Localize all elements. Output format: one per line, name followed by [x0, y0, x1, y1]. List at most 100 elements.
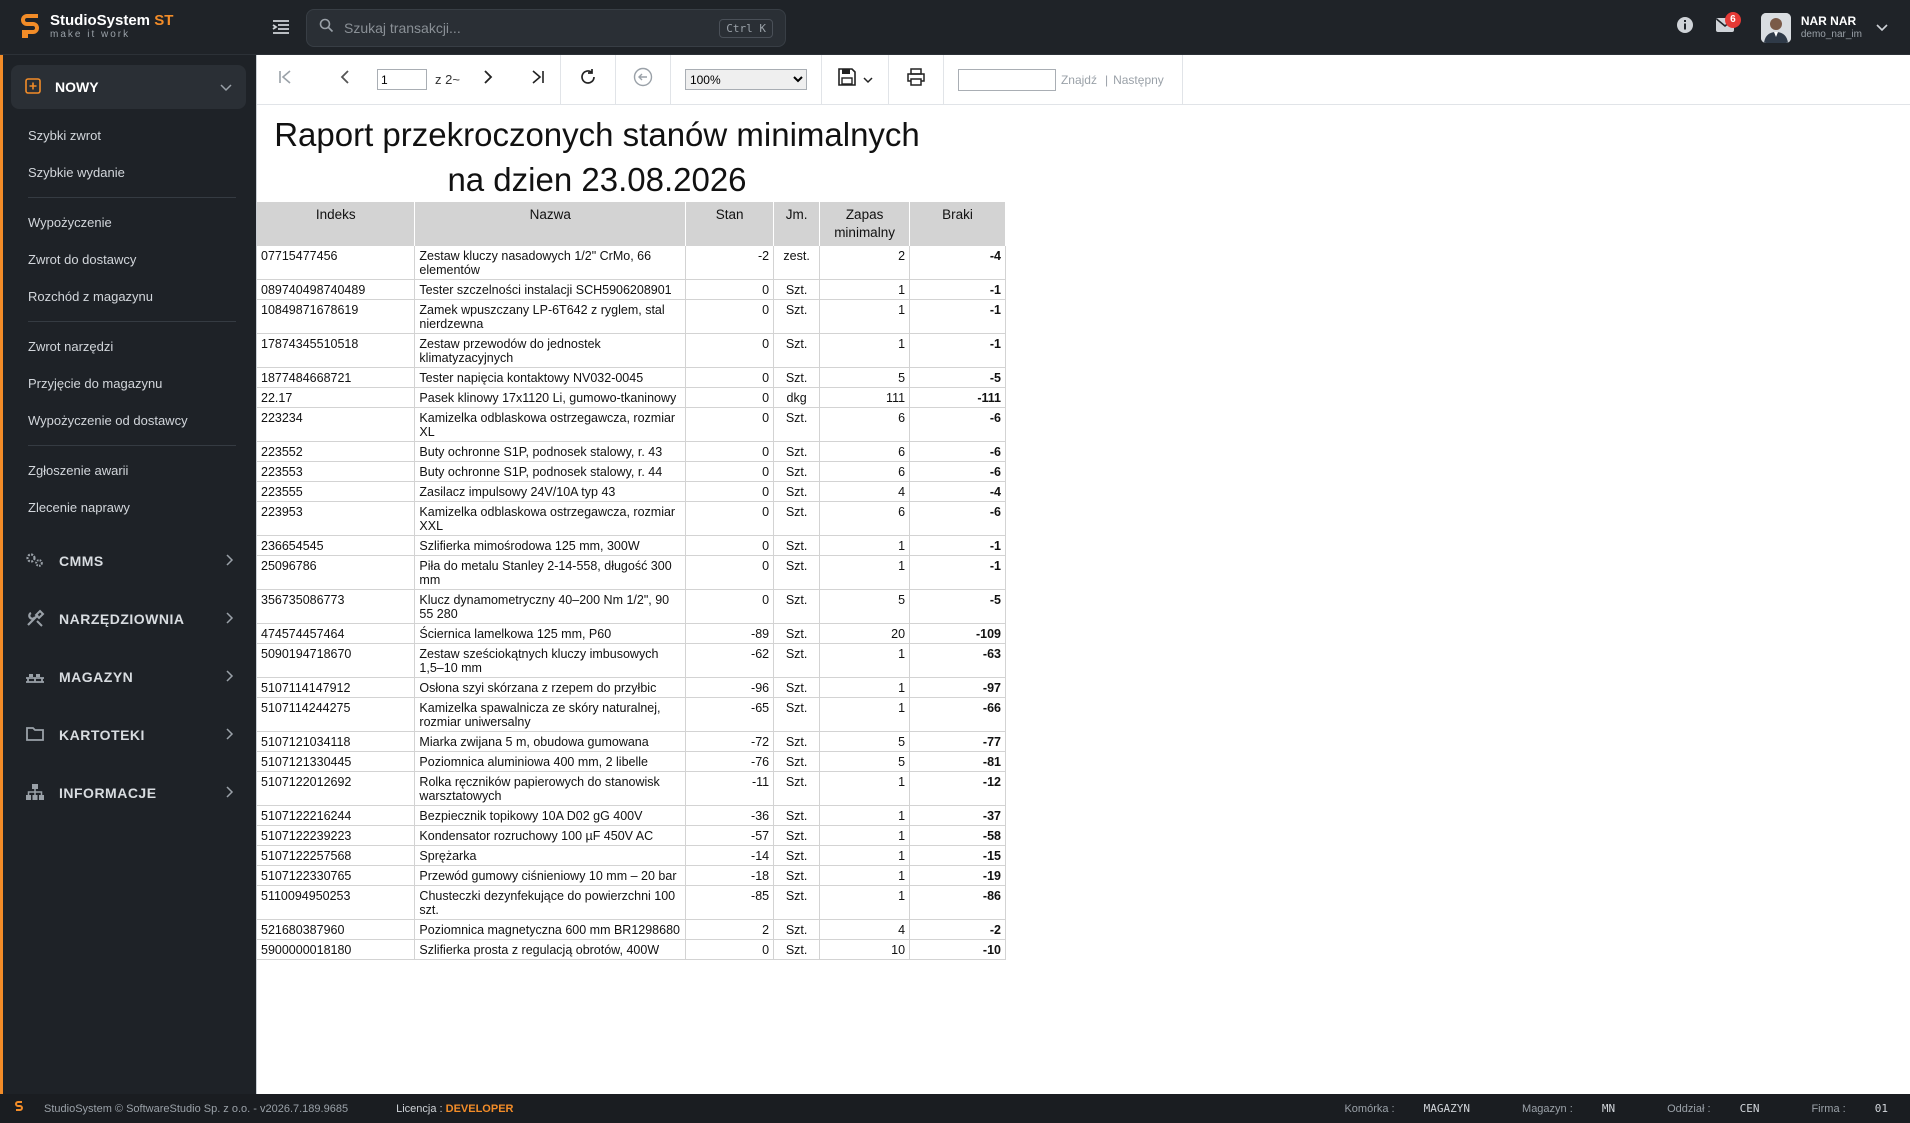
cell-zapas: 1	[819, 885, 911, 920]
first-page-button[interactable]	[263, 55, 307, 105]
cell-braki: -4	[909, 481, 1006, 502]
cell-stan: -36	[685, 805, 775, 826]
search-input[interactable]	[344, 20, 720, 36]
cell-indeks: 5107122216244	[257, 805, 416, 826]
user-name: NAR NAR	[1800, 14, 1857, 29]
cell-braki: -10	[909, 939, 1006, 960]
zoom-select[interactable]: 100%	[684, 69, 807, 90]
chevron-right-icon	[482, 69, 494, 90]
page-number-input[interactable]	[377, 69, 427, 90]
cell-nazwa: Szlifierka mimośrodowa 125 mm, 300W	[414, 535, 687, 556]
cell-indeks: 5107122330765	[257, 865, 416, 886]
cell-braki: -6	[909, 501, 1006, 536]
cell-braki: -1	[909, 535, 1006, 556]
table-row: 089740498740489 Tester szczelności instal…	[257, 279, 1006, 300]
next-page-button[interactable]	[466, 55, 510, 105]
refresh-button[interactable]	[561, 55, 615, 105]
gears-icon	[25, 552, 45, 571]
sidebar-group-cmms[interactable]: CMMS	[3, 532, 256, 590]
cell-nazwa: Tester szczelności instalacji SCH5906208…	[414, 279, 687, 300]
table-row: 5900000018180 Szlifierka prosta z regulac…	[257, 939, 1006, 960]
sidebar-group-kartoteki[interactable]: KARTOTEKI	[3, 706, 256, 764]
cell-indeks: 5110094950253	[257, 885, 416, 920]
chevron-right-icon	[226, 727, 234, 743]
info-button[interactable]	[1667, 10, 1703, 46]
sidebar-group-magazyn[interactable]: MAGAZYN	[3, 648, 256, 706]
footer-branch: Oddział : CEN	[1667, 1102, 1760, 1115]
sidebar-group-label: KARTOTEKI	[59, 727, 145, 743]
cell-indeks: 5107114147912	[257, 677, 416, 698]
cell-nazwa: Zestaw kluczy nasadowych 1/2" CrMo, 66 e…	[414, 246, 687, 280]
sidebar-item-zwrot-narzedzi[interactable]: Zwrot narzędzi	[11, 328, 246, 365]
cell-nazwa: Chusteczki dezynfekujące do powierzchni …	[414, 885, 687, 920]
table-row: 474574457464 Ściernica lamelkowa 125 mm, …	[257, 623, 1006, 644]
back-button[interactable]	[616, 55, 670, 105]
cell-indeks: 089740498740489	[257, 279, 416, 300]
sidebar-item-zwrot-do-dostawcy[interactable]: Zwrot do dostawcy	[11, 241, 246, 278]
user-menu[interactable]: NAR NAR demo_nar_im	[1760, 12, 1888, 43]
find-link[interactable]: Znajdź	[1061, 73, 1097, 87]
cell-zapas: 6	[819, 441, 911, 462]
footer-cell-value: MAGAZYN	[1423, 1102, 1471, 1115]
cell-braki: -81	[909, 751, 1006, 772]
cell-zapas: 5	[819, 751, 911, 772]
brand[interactable]: StudioSystem ST make it work	[20, 12, 173, 40]
cell-jm: Szt.	[773, 333, 821, 368]
divider	[669, 54, 671, 105]
cell-jm: Szt.	[773, 441, 821, 462]
table-row: 5107114244275 Kamizelka spawalnicza ze sk…	[257, 697, 1006, 732]
find-next-link[interactable]: Następny	[1113, 73, 1164, 87]
sidebar-item-zlecenie-naprawy[interactable]: Zlecenie naprawy	[11, 489, 246, 526]
cell-zapas: 6	[819, 501, 911, 536]
sidebar-item-szybkie-wydanie[interactable]: Szybkie wydanie	[11, 154, 246, 191]
cell-jm: Szt.	[773, 589, 821, 624]
sidebar-item-szybki-zwrot[interactable]: Szybki zwrot	[11, 117, 246, 154]
column-header-braki: Braki	[909, 202, 1006, 246]
sidebar-group-narzedziownia[interactable]: NARZĘDZIOWNIA	[3, 590, 256, 648]
cell-jm: Szt.	[773, 501, 821, 536]
cell-stan: 2	[685, 919, 775, 940]
sidebar-item-wypozyczenie-od-dostawcy[interactable]: Wypożyczenie od dostawcy	[11, 402, 246, 439]
last-page-button[interactable]	[516, 55, 560, 105]
brand-logo-icon	[20, 12, 40, 40]
cell-nazwa: Miarka zwijana 5 m, obudowa gumowana	[414, 731, 687, 752]
cell-braki: -1	[909, 333, 1006, 368]
menu-toggle-icon[interactable]	[270, 16, 292, 38]
column-header-indeks: Indeks	[257, 202, 416, 246]
find-separator: |	[1104, 72, 1109, 87]
sidebar-item-zgloszenie-awarii[interactable]: Zgłoszenie awarii	[11, 452, 246, 489]
cell-indeks: 223553	[257, 461, 416, 482]
export-button[interactable]	[822, 55, 888, 105]
previous-page-button[interactable]	[323, 55, 367, 105]
cell-indeks: 5107121330445	[257, 751, 416, 772]
sidebar-section-nowy[interactable]: NOWY	[11, 65, 246, 109]
chevron-right-icon	[226, 553, 234, 569]
sidebar-group-informacje[interactable]: INFORMACJE	[3, 764, 256, 822]
messages-button[interactable]: 6	[1707, 10, 1743, 46]
find-input[interactable]	[957, 68, 1056, 91]
cell-jm: Szt.	[773, 919, 821, 940]
cell-zapas: 1	[819, 535, 911, 556]
report-table: Indeks Nazwa Stan Jm. Zapas minimalny Br…	[257, 202, 1006, 960]
cell-jm: Szt.	[773, 299, 821, 334]
cell-braki: -4	[909, 246, 1006, 280]
search-bar[interactable]: Ctrl K	[306, 9, 786, 47]
cell-indeks: 5900000018180	[257, 939, 416, 960]
cell-braki: -1	[909, 555, 1006, 590]
plus-square-icon	[25, 77, 41, 97]
search-icon	[319, 18, 334, 38]
sidebar-item-wypozyczenie[interactable]: Wypożyczenie	[11, 204, 246, 241]
avatar	[1760, 12, 1791, 43]
cell-nazwa: Sprężarka	[414, 845, 687, 866]
messages-badge: 6	[1724, 11, 1741, 28]
sidebar-item-rozchod-z-magazynu[interactable]: Rozchód z magazynu	[11, 278, 246, 315]
cell-nazwa: Ściernica lamelkowa 125 mm, P60	[414, 623, 687, 644]
cell-jm: Szt.	[773, 885, 821, 920]
sidebar-item-przyjecie-do-magazynu[interactable]: Przyjęcie do magazynu	[11, 365, 246, 402]
cell-zapas: 4	[819, 481, 911, 502]
print-button[interactable]	[889, 55, 943, 105]
info-icon	[1676, 16, 1694, 39]
cell-nazwa: Zasilacz impulsowy 24V/10A typ 43	[414, 481, 687, 502]
page-count: z 2~	[435, 72, 460, 87]
report-title-line1: Raport przekroczonych stanów minimalnych	[274, 116, 920, 153]
